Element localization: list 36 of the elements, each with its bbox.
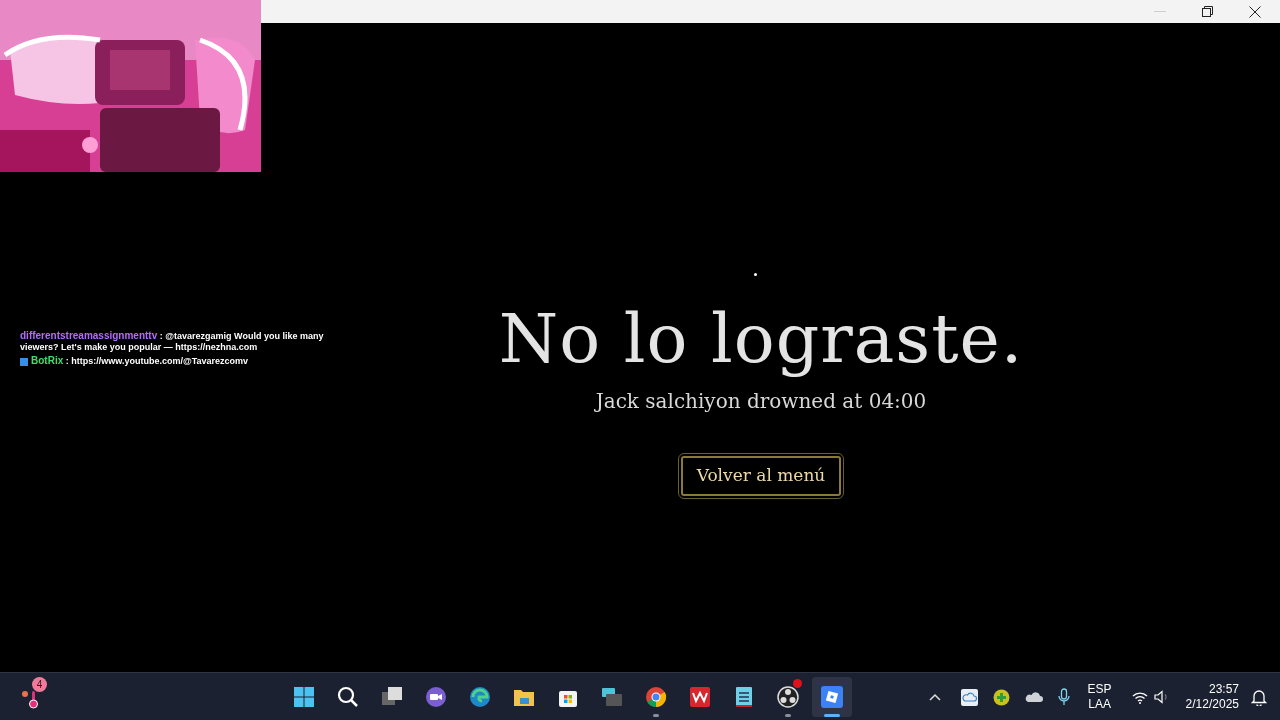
chat-message: BotRix : https://www.youtube.com/@Tavarezcomv [20, 355, 330, 367]
clock[interactable]: 23:57 2/12/2025 [1185, 682, 1239, 712]
square-logo-icon [820, 685, 844, 709]
cloud-icon[interactable] [960, 688, 978, 706]
keyboard-layout: LAA [1088, 697, 1111, 712]
cloud-icon[interactable] [1024, 691, 1043, 703]
plus-circle-icon[interactable] [992, 688, 1010, 706]
running-indicator [785, 714, 791, 717]
date: 2/12/2025 [1185, 697, 1239, 712]
close-icon[interactable] [1249, 5, 1261, 18]
speaker-icon[interactable] [1153, 690, 1170, 704]
restore-icon[interactable] [1202, 6, 1213, 17]
browser-icon [468, 685, 492, 709]
weather-widget[interactable]: 4 [20, 679, 50, 713]
video-chat-icon [424, 685, 448, 709]
taskbar-app[interactable] [812, 677, 852, 717]
record-icon [776, 685, 800, 709]
chat-message: differentstreamassignmenttv : @tavarezgamig Would you like many viewers? Let's make you popular — https://nezhna.com [20, 330, 325, 353]
chevron-up-icon[interactable] [928, 693, 941, 701]
menu-button[interactable]: Volver al menú [680, 456, 842, 496]
keyboard-icon [600, 685, 624, 709]
w-logo-icon [688, 685, 712, 709]
notification-badge: 4 [32, 677, 47, 692]
running-indicator [653, 714, 659, 717]
chrome-icon [644, 685, 668, 709]
game-over-title: No lo lograste. [498, 298, 1024, 380]
windows-icon [292, 685, 316, 709]
running-indicator [824, 714, 840, 717]
search-icon [336, 685, 360, 709]
microphone-icon[interactable] [1057, 688, 1070, 706]
time: 23:57 [1208, 682, 1239, 697]
death-message: Jack salchiyon drowned at 04:00 [595, 388, 927, 415]
language-code: ESP [1087, 682, 1112, 697]
bell-icon[interactable] [1251, 688, 1267, 706]
language-indicator[interactable]: ESP LAA [1087, 682, 1112, 712]
wifi-icon[interactable] [1131, 690, 1148, 704]
